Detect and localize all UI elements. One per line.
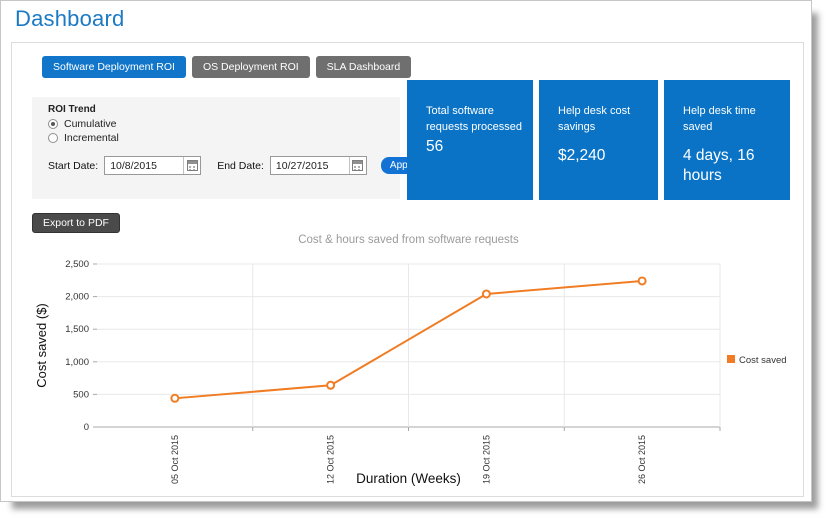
- radio-label-incremental: Incremental: [64, 132, 119, 144]
- app-window: Dashboard Software Deployment ROI OS Dep…: [0, 0, 812, 502]
- y-tick-label: 0: [84, 422, 89, 433]
- start-date-calendar-button[interactable]: [183, 157, 200, 174]
- radio-option-cumulative[interactable]: Cumulative: [48, 118, 117, 130]
- kpi-cards: Total software requests processed 56 Hel…: [407, 80, 790, 200]
- radio-button-cumulative[interactable]: [48, 119, 58, 129]
- roi-trend-label: ROI Trend: [48, 104, 96, 115]
- roi-filter-box: ROI Trend Cumulative Incremental Start D…: [32, 97, 400, 199]
- end-date-input[interactable]: [271, 160, 349, 172]
- export-to-pdf-button[interactable]: Export to PDF: [32, 213, 120, 233]
- kpi-help-desk-cost-savings: Help desk cost savings $2,240: [539, 80, 658, 200]
- kpi-total-software-requests: Total software requests processed 56: [407, 80, 533, 200]
- y-axis-title: Cost saved ($): [34, 303, 49, 388]
- y-tick-label: 2,500: [65, 259, 89, 270]
- radio-button-incremental[interactable]: [48, 133, 58, 143]
- end-date-calendar-button[interactable]: [349, 157, 366, 174]
- end-date-inputbox: [270, 156, 367, 175]
- radio-option-incremental[interactable]: Incremental: [48, 132, 119, 144]
- tab-software-deployment-roi[interactable]: Software Deployment ROI: [42, 56, 186, 78]
- tab-os-deployment-roi[interactable]: OS Deployment ROI: [192, 56, 310, 78]
- kpi-label: Help desk cost savings: [558, 104, 648, 136]
- y-tick-label: 2,000: [65, 292, 89, 303]
- kpi-value: 4 days, 16 hours: [683, 146, 775, 186]
- x-tick-label: 26 Oct 2015: [637, 435, 647, 484]
- x-tick-label: 19 Oct 2015: [481, 435, 491, 484]
- end-date-label: End Date:: [217, 160, 264, 172]
- legend-label: Cost saved: [739, 355, 787, 366]
- data-point[interactable]: [327, 382, 334, 389]
- data-point[interactable]: [483, 290, 490, 297]
- x-tick-label: 12 Oct 2015: [326, 435, 336, 484]
- dashboard-panel: Software Deployment ROI OS Deployment RO…: [11, 42, 804, 497]
- start-date-input[interactable]: [105, 160, 183, 172]
- kpi-value: 56: [426, 137, 518, 157]
- chart-title: Cost & hours saved from software request…: [12, 234, 805, 246]
- page-title: Dashboard: [15, 6, 124, 32]
- y-tick-label: 1,500: [65, 324, 89, 335]
- tab-sla-dashboard[interactable]: SLA Dashboard: [316, 56, 412, 78]
- tab-bar: Software Deployment ROI OS Deployment RO…: [42, 56, 411, 78]
- screen: Dashboard Software Deployment ROI OS Dep…: [0, 0, 826, 518]
- start-date-inputbox: [104, 156, 201, 175]
- kpi-value: $2,240: [558, 146, 648, 166]
- calendar-icon: [352, 160, 363, 171]
- calendar-icon: [187, 160, 198, 171]
- date-filter-row: Start Date: End Date: Apply: [48, 156, 424, 175]
- roi-line-chart: 0 500 1,000 1,500 2,000 2,500 05 Oct 2015 12 Oc…: [32, 252, 792, 492]
- kpi-label: Help desk time saved: [683, 104, 779, 136]
- legend-marker: [727, 355, 735, 363]
- data-point[interactable]: [171, 395, 178, 402]
- y-tick-label: 500: [73, 389, 89, 400]
- radio-label-cumulative: Cumulative: [64, 118, 117, 130]
- y-tick-label: 1,000: [65, 357, 89, 368]
- start-date-label: Start Date:: [48, 160, 98, 172]
- x-axis-title: Duration (Weeks): [356, 471, 461, 486]
- kpi-label: Total software requests processed: [426, 104, 522, 136]
- kpi-help-desk-time-saved: Help desk time saved 4 days, 16 hours: [664, 80, 790, 200]
- data-point[interactable]: [639, 277, 646, 284]
- x-tick-label: 05 Oct 2015: [170, 435, 180, 484]
